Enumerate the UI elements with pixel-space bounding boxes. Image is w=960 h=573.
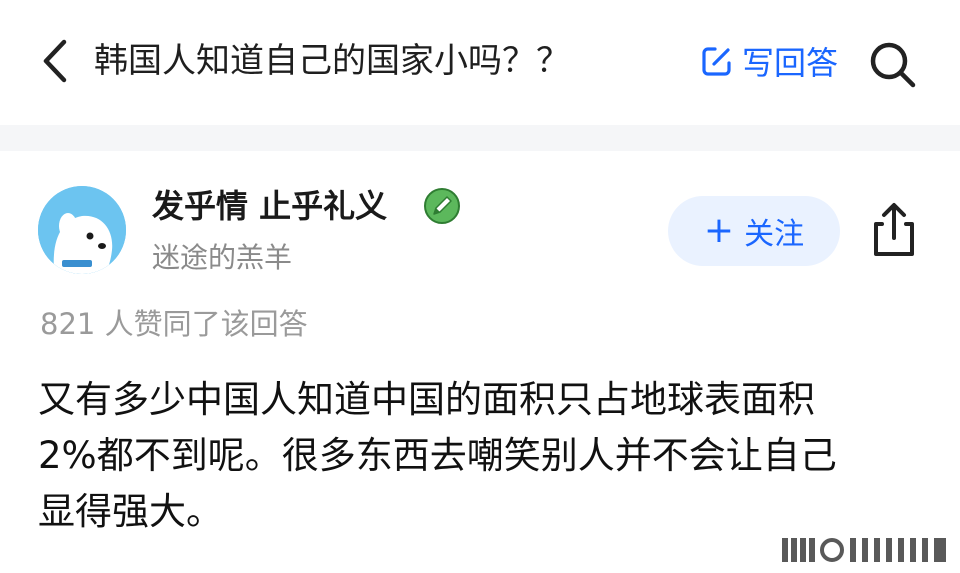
search-icon[interactable]	[866, 38, 918, 90]
follow-label: 关注	[744, 217, 805, 252]
author-name[interactable]: 发乎情 止乎礼义	[152, 186, 387, 226]
avatar-dog-illustration	[38, 186, 126, 274]
verified-pen-badge-icon	[424, 188, 460, 224]
write-answer-button[interactable]: 写回答	[700, 40, 838, 82]
author-subtitle: 迷途的羔羊	[152, 241, 293, 274]
avatar[interactable]	[38, 186, 126, 274]
plus-icon: +	[703, 210, 735, 251]
answer-line: 2%都不到呢。很多东西去嘲笑别人并不会让自己	[38, 434, 837, 477]
section-divider	[0, 125, 960, 151]
chevron-left-icon[interactable]	[36, 36, 76, 86]
answer-body: 又有多少中国人知道中国的面积只占地球表面积 2%都不到呢。很多东西去嘲笑别人并不…	[38, 372, 928, 540]
answer-line: 又有多少中国人知道中国的面积只占地球表面积	[38, 378, 815, 421]
edit-square-icon	[702, 47, 731, 76]
follow-button[interactable]: + 关注	[668, 196, 840, 266]
top-bar: 韩国人知道自己的国家小吗？？ 写回答	[0, 0, 960, 125]
question-title[interactable]: 韩国人知道自己的国家小吗？？	[94, 40, 570, 82]
watermark-logo	[782, 538, 946, 562]
like-count: 821 人赞同了该回答	[40, 307, 308, 341]
write-answer-label: 写回答	[742, 44, 839, 82]
share-icon[interactable]	[866, 200, 922, 260]
